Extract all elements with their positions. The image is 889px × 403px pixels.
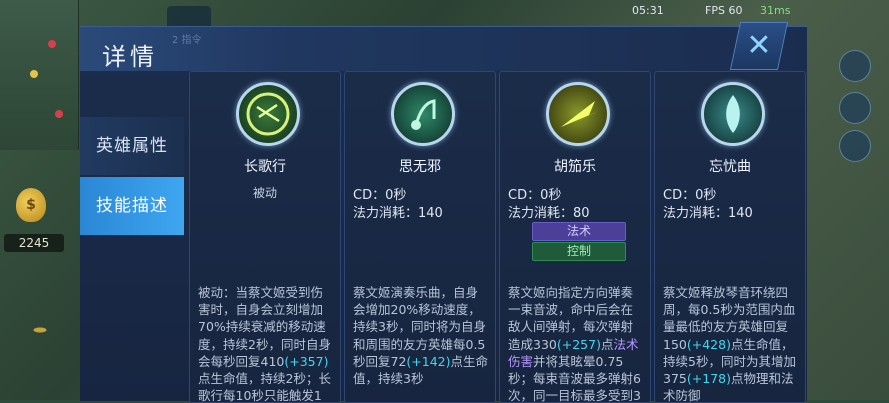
carefree-note-icon xyxy=(391,82,455,146)
skill-card-4[interactable]: 忘忧曲 CD：0秒 法力消耗：140 蔡文姬释放琴音环绕四周，每0.5秒为范围内… xyxy=(654,71,806,403)
dialog-header: 详情 2 指令 xyxy=(80,27,807,71)
gold-count: 2245 xyxy=(4,234,64,252)
skill-name: 胡笳乐 xyxy=(554,159,596,175)
skill-name: 长歌行 xyxy=(244,159,286,175)
skill-cost: 法力消耗：140 xyxy=(353,206,443,221)
close-button[interactable]: ✕ xyxy=(729,22,789,70)
skill-type: 被动 xyxy=(252,186,277,200)
skill-description: 蔡文姬释放琴音环绕四周，每0.5秒为范围内血量最低的友方英雄回复150(+428… xyxy=(663,285,796,403)
skill-description: 蔡文姬演奏乐曲，自身会增加20%移动速度，持续3秒，同时将为自身和周围的友方英雄… xyxy=(353,285,489,387)
skill-cost: 法力消耗：80 xyxy=(508,206,590,221)
right-hud xyxy=(809,40,889,400)
header-faint-text: 2 指令 xyxy=(172,35,202,46)
dialog-title: 详情 xyxy=(102,43,158,71)
magic-tag: 法术 xyxy=(532,222,626,241)
enemy-marker-icon xyxy=(48,40,56,48)
forget-sorrow-icon xyxy=(701,82,765,146)
tab-skill-description[interactable]: 技能描述 xyxy=(80,177,184,235)
long-song-icon xyxy=(236,82,300,146)
sound-wave-icon xyxy=(546,82,610,146)
enemy-marker-icon xyxy=(55,110,63,118)
skill-card-3[interactable]: 胡笳乐 CD：0秒 法力消耗：80 法术 控制 蔡文姬向指定方向弹奏一束音波，命… xyxy=(499,71,651,403)
skill-cd: CD：0秒 xyxy=(353,188,407,203)
skill-cd: CD：0秒 xyxy=(663,188,717,203)
skill-name: 忘忧曲 xyxy=(709,159,751,175)
control-tag: 控制 xyxy=(532,242,626,261)
status-bar: 05:31 FPS 60 31ms xyxy=(560,0,889,22)
skill-cd: CD：0秒 xyxy=(508,188,562,203)
tower-marker-icon xyxy=(30,70,38,78)
close-icon: ✕ xyxy=(746,28,772,63)
flag-icon[interactable] xyxy=(839,130,871,162)
skill-card-1[interactable]: 长歌行 被动 被动：当蔡文姬受到伤害时，自身会立刻增加70%持续衰减的移动速度，… xyxy=(189,71,341,403)
fps-text: FPS 60 xyxy=(705,4,743,17)
skill-cost: 法力消耗：140 xyxy=(663,206,753,221)
skill-name: 思无邪 xyxy=(399,159,441,175)
tab-hero-attributes[interactable]: 英雄属性 xyxy=(80,117,184,175)
minimap[interactable] xyxy=(0,0,79,150)
detail-dialog: 详情 2 指令 英雄属性 技能描述 长歌行 被动 被动：当蔡文姬受到伤害时，自身… xyxy=(80,26,807,403)
skill-card-2[interactable]: 思无邪 CD：0秒 法力消耗：140 蔡文姬演奏乐曲，自身会增加20%移动速度，… xyxy=(344,71,496,403)
gold-bag-icon[interactable]: $ xyxy=(16,188,46,222)
pause-button[interactable] xyxy=(839,50,871,82)
skill-description: 被动：当蔡文姬受到伤害时，自身会立刻增加70%持续衰减的移动速度，持续2秒，同时… xyxy=(198,285,331,403)
skill-description: 蔡文姬向指定方向弹奏一束音波，命中后会在敌人间弹射，每次弹射造成330(+257… xyxy=(508,285,641,403)
ping-text: 31ms xyxy=(760,4,791,17)
sword-icon[interactable] xyxy=(839,92,871,124)
clock-text: 05:31 xyxy=(632,4,664,17)
